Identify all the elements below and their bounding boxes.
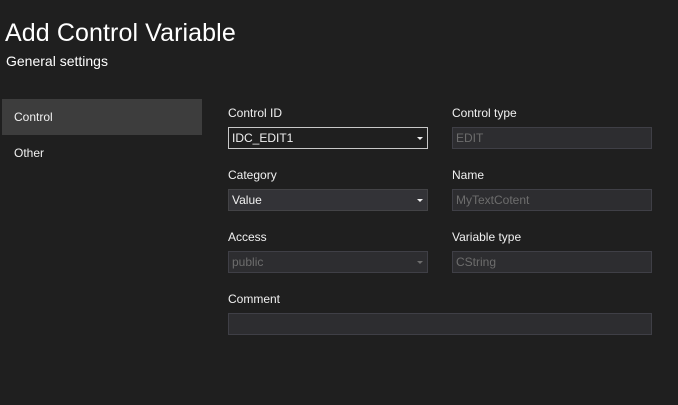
- variable-type-label: Variable type: [452, 230, 522, 244]
- control-type-value: EDIT: [456, 131, 484, 145]
- nav-item-other[interactable]: Other: [2, 135, 202, 171]
- dialog-subtitle: General settings: [6, 53, 108, 69]
- settings-nav: Control Other: [2, 99, 202, 171]
- control-id-value: IDC_EDIT1: [232, 131, 294, 145]
- category-dropdown[interactable]: Value: [228, 189, 428, 211]
- dialog-title: Add Control Variable: [5, 19, 236, 47]
- comment-label: Comment: [228, 292, 281, 306]
- control-id-label: Control ID: [228, 106, 283, 120]
- chevron-down-icon: [417, 199, 423, 202]
- name-value: MyTextCotent: [456, 193, 530, 207]
- variable-type-field[interactable]: CString: [452, 251, 652, 273]
- access-dropdown: public: [228, 251, 428, 273]
- access-label: Access: [228, 230, 267, 244]
- control-id-dropdown[interactable]: IDC_EDIT1: [228, 127, 428, 149]
- category-value: Value: [232, 193, 262, 207]
- name-label: Name: [452, 168, 485, 182]
- chevron-down-icon: [417, 261, 423, 264]
- name-field[interactable]: MyTextCotent: [452, 189, 652, 211]
- access-value: public: [232, 255, 264, 269]
- control-type-field: EDIT: [452, 127, 652, 149]
- nav-item-control[interactable]: Control: [2, 99, 202, 135]
- variable-type-value: CString: [456, 255, 497, 269]
- control-type-label: Control type: [452, 106, 517, 120]
- category-label: Category: [228, 168, 277, 182]
- chevron-down-icon: [417, 137, 423, 140]
- comment-field[interactable]: [228, 313, 652, 335]
